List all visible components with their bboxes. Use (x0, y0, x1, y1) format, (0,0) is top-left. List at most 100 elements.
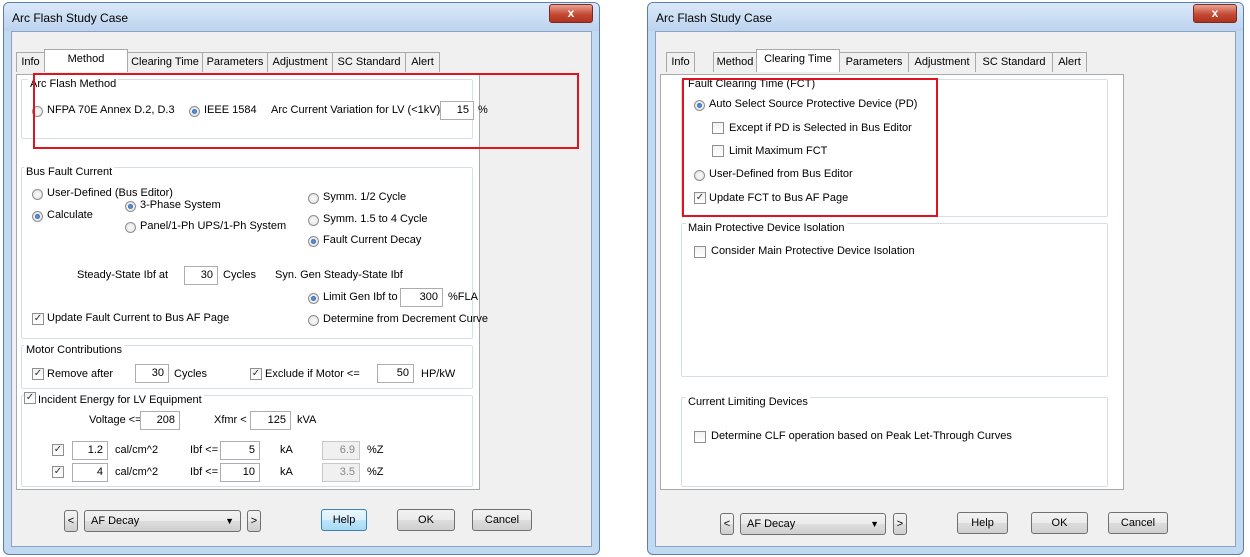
study-case-value: AF Decay (91, 515, 140, 527)
limit-gen-radio[interactable] (308, 293, 319, 304)
remove-after-checkbox[interactable]: ✓ (32, 368, 44, 380)
group-label: Current Limiting Devices (686, 396, 810, 408)
user-defined-label: User-Defined (Bus Editor) (47, 187, 173, 199)
help-button[interactable]: Help (321, 509, 367, 531)
fla-unit: %FLA (448, 291, 478, 303)
z-unit-2: %Z (367, 466, 384, 478)
ibf-label-1: Ibf <= (190, 444, 219, 456)
study-case-combo[interactable]: AF Decay ▼ (84, 510, 241, 532)
voltage-label: Voltage <= (89, 414, 142, 426)
fault-decay-radio[interactable] (308, 236, 319, 247)
panel-radio[interactable] (125, 222, 136, 233)
close-button[interactable]: x (1193, 4, 1237, 23)
tab-adjustment[interactable]: Adjustment (908, 52, 976, 72)
limit-gen-label: Limit Gen Ibf to (323, 291, 398, 303)
steady-state-label: Steady-State Ibf at (77, 269, 169, 281)
title-bar: Arc Flash Study Case x (4, 3, 599, 31)
z-input-2: 3.5 (322, 463, 360, 482)
window-title: Arc Flash Study Case (12, 11, 129, 25)
tab-method[interactable]: Method (713, 52, 757, 72)
ok-button[interactable]: OK (397, 509, 455, 531)
exclude-motor-label: Exclude if Motor <= (265, 368, 360, 380)
help-button[interactable]: Help (957, 512, 1008, 534)
cal-input-2[interactable]: 4 (72, 463, 108, 482)
title-bar: Arc Flash Study Case x (648, 3, 1243, 31)
z-input-1: 6.9 (322, 441, 360, 460)
tab-sc-standard[interactable]: SC Standard (975, 52, 1053, 72)
ok-button[interactable]: OK (1031, 512, 1088, 534)
next-case-button[interactable]: > (893, 513, 907, 535)
ibf-label-2: Ibf <= (190, 466, 219, 478)
close-button[interactable]: x (549, 4, 593, 23)
ka-unit-2: kA (280, 466, 293, 478)
prev-case-button[interactable]: < (720, 513, 734, 535)
exclude-motor-input[interactable]: 50 (377, 364, 414, 383)
hp-kw-unit: HP/kW (421, 368, 456, 380)
clf-label: Determine CLF operation based on Peak Le… (711, 430, 1012, 442)
decrement-radio[interactable] (308, 315, 319, 326)
threshold-row-1-checkbox[interactable]: ✓ (52, 444, 64, 456)
tab-alert[interactable]: Alert (1052, 52, 1087, 72)
group-label: Main Protective Device Isolation (686, 222, 847, 234)
motor-contributions-group: Motor Contributions ✓ Remove after 30 Cy… (21, 344, 473, 389)
study-case-value: AF Decay (747, 518, 796, 530)
voltage-input[interactable]: 208 (140, 411, 180, 430)
group-label: Incident Energy for LV Equipment (36, 394, 204, 406)
syn-gen-label: Syn. Gen Steady-State Ibf (275, 269, 403, 281)
kva-unit: kVA (297, 414, 317, 426)
highlight-fault-clearing-time (682, 78, 938, 217)
clf-checkbox[interactable] (694, 431, 706, 443)
remove-after-label: Remove after (47, 368, 114, 380)
prev-case-button[interactable]: < (64, 510, 78, 532)
update-fault-current-checkbox[interactable]: ✓ (32, 313, 44, 325)
next-case-button[interactable]: > (247, 510, 261, 532)
symm-15-radio[interactable] (308, 215, 319, 226)
fault-decay-label: Fault Current Decay (323, 234, 422, 246)
ibf-input-2[interactable]: 10 (220, 463, 260, 482)
z-unit-1: %Z (367, 444, 384, 456)
remove-after-input[interactable]: 30 (135, 364, 169, 383)
limit-gen-input[interactable]: 300 (400, 288, 443, 307)
cancel-button[interactable]: Cancel (472, 509, 532, 531)
incident-energy-checkbox[interactable]: ✓ (24, 392, 36, 404)
group-label: Bus Fault Current (24, 166, 115, 178)
threshold-row-2-checkbox[interactable]: ✓ (52, 466, 64, 478)
user-defined-radio[interactable] (32, 189, 43, 200)
tab-clearing-time[interactable]: Clearing Time (127, 52, 203, 72)
cal-unit-1: cal/cm^2 (115, 444, 159, 456)
consider-isolation-checkbox[interactable] (694, 246, 706, 258)
update-fault-current-label: Update Fault Current to Bus AF Page (47, 312, 230, 324)
group-label: Motor Contributions (24, 344, 124, 356)
tab-sc-standard[interactable]: SC Standard (332, 52, 406, 72)
calculate-radio[interactable] (32, 211, 43, 222)
bus-fault-current-group: Bus Fault Current User-Defined (Bus Edit… (21, 166, 488, 339)
consider-isolation-label: Consider Main Protective Device Isolatio… (711, 245, 915, 257)
chevron-down-icon: ▼ (870, 519, 879, 529)
tab-adjustment[interactable]: Adjustment (267, 52, 333, 72)
tab-info[interactable]: Info (16, 52, 45, 72)
study-case-combo[interactable]: AF Decay ▼ (740, 513, 886, 535)
current-limiting-group: Current Limiting Devices Determine CLF o… (681, 396, 1108, 487)
main-pd-isolation-group: Main Protective Device Isolation Conside… (681, 222, 1108, 377)
window-title: Arc Flash Study Case (656, 11, 773, 25)
xfmr-input[interactable]: 125 (250, 411, 291, 430)
ibf-input-1[interactable]: 5 (220, 441, 260, 460)
chevron-down-icon: ▼ (225, 516, 234, 526)
exclude-motor-checkbox[interactable]: ✓ (250, 368, 262, 380)
tab-clearing-time[interactable]: Clearing Time (756, 49, 840, 72)
cancel-button[interactable]: Cancel (1108, 512, 1168, 534)
three-phase-radio[interactable] (125, 201, 136, 212)
tab-parameters[interactable]: Parameters (839, 52, 909, 72)
tab-info[interactable]: Info (666, 52, 695, 72)
symm-half-radio[interactable] (308, 193, 319, 204)
tab-method[interactable]: Method (44, 49, 128, 72)
cal-unit-2: cal/cm^2 (115, 466, 159, 478)
tab-parameters[interactable]: Parameters (202, 52, 268, 72)
symm-half-label: Symm. 1/2 Cycle (323, 191, 407, 203)
calculate-label: Calculate (47, 209, 93, 221)
decrement-label: Determine from Decrement Curve (323, 313, 489, 325)
xfmr-label: Xfmr < (214, 414, 247, 426)
tab-alert[interactable]: Alert (405, 52, 440, 72)
cal-input-1[interactable]: 1.2 (72, 441, 108, 460)
steady-state-input[interactable]: 30 (184, 266, 218, 285)
